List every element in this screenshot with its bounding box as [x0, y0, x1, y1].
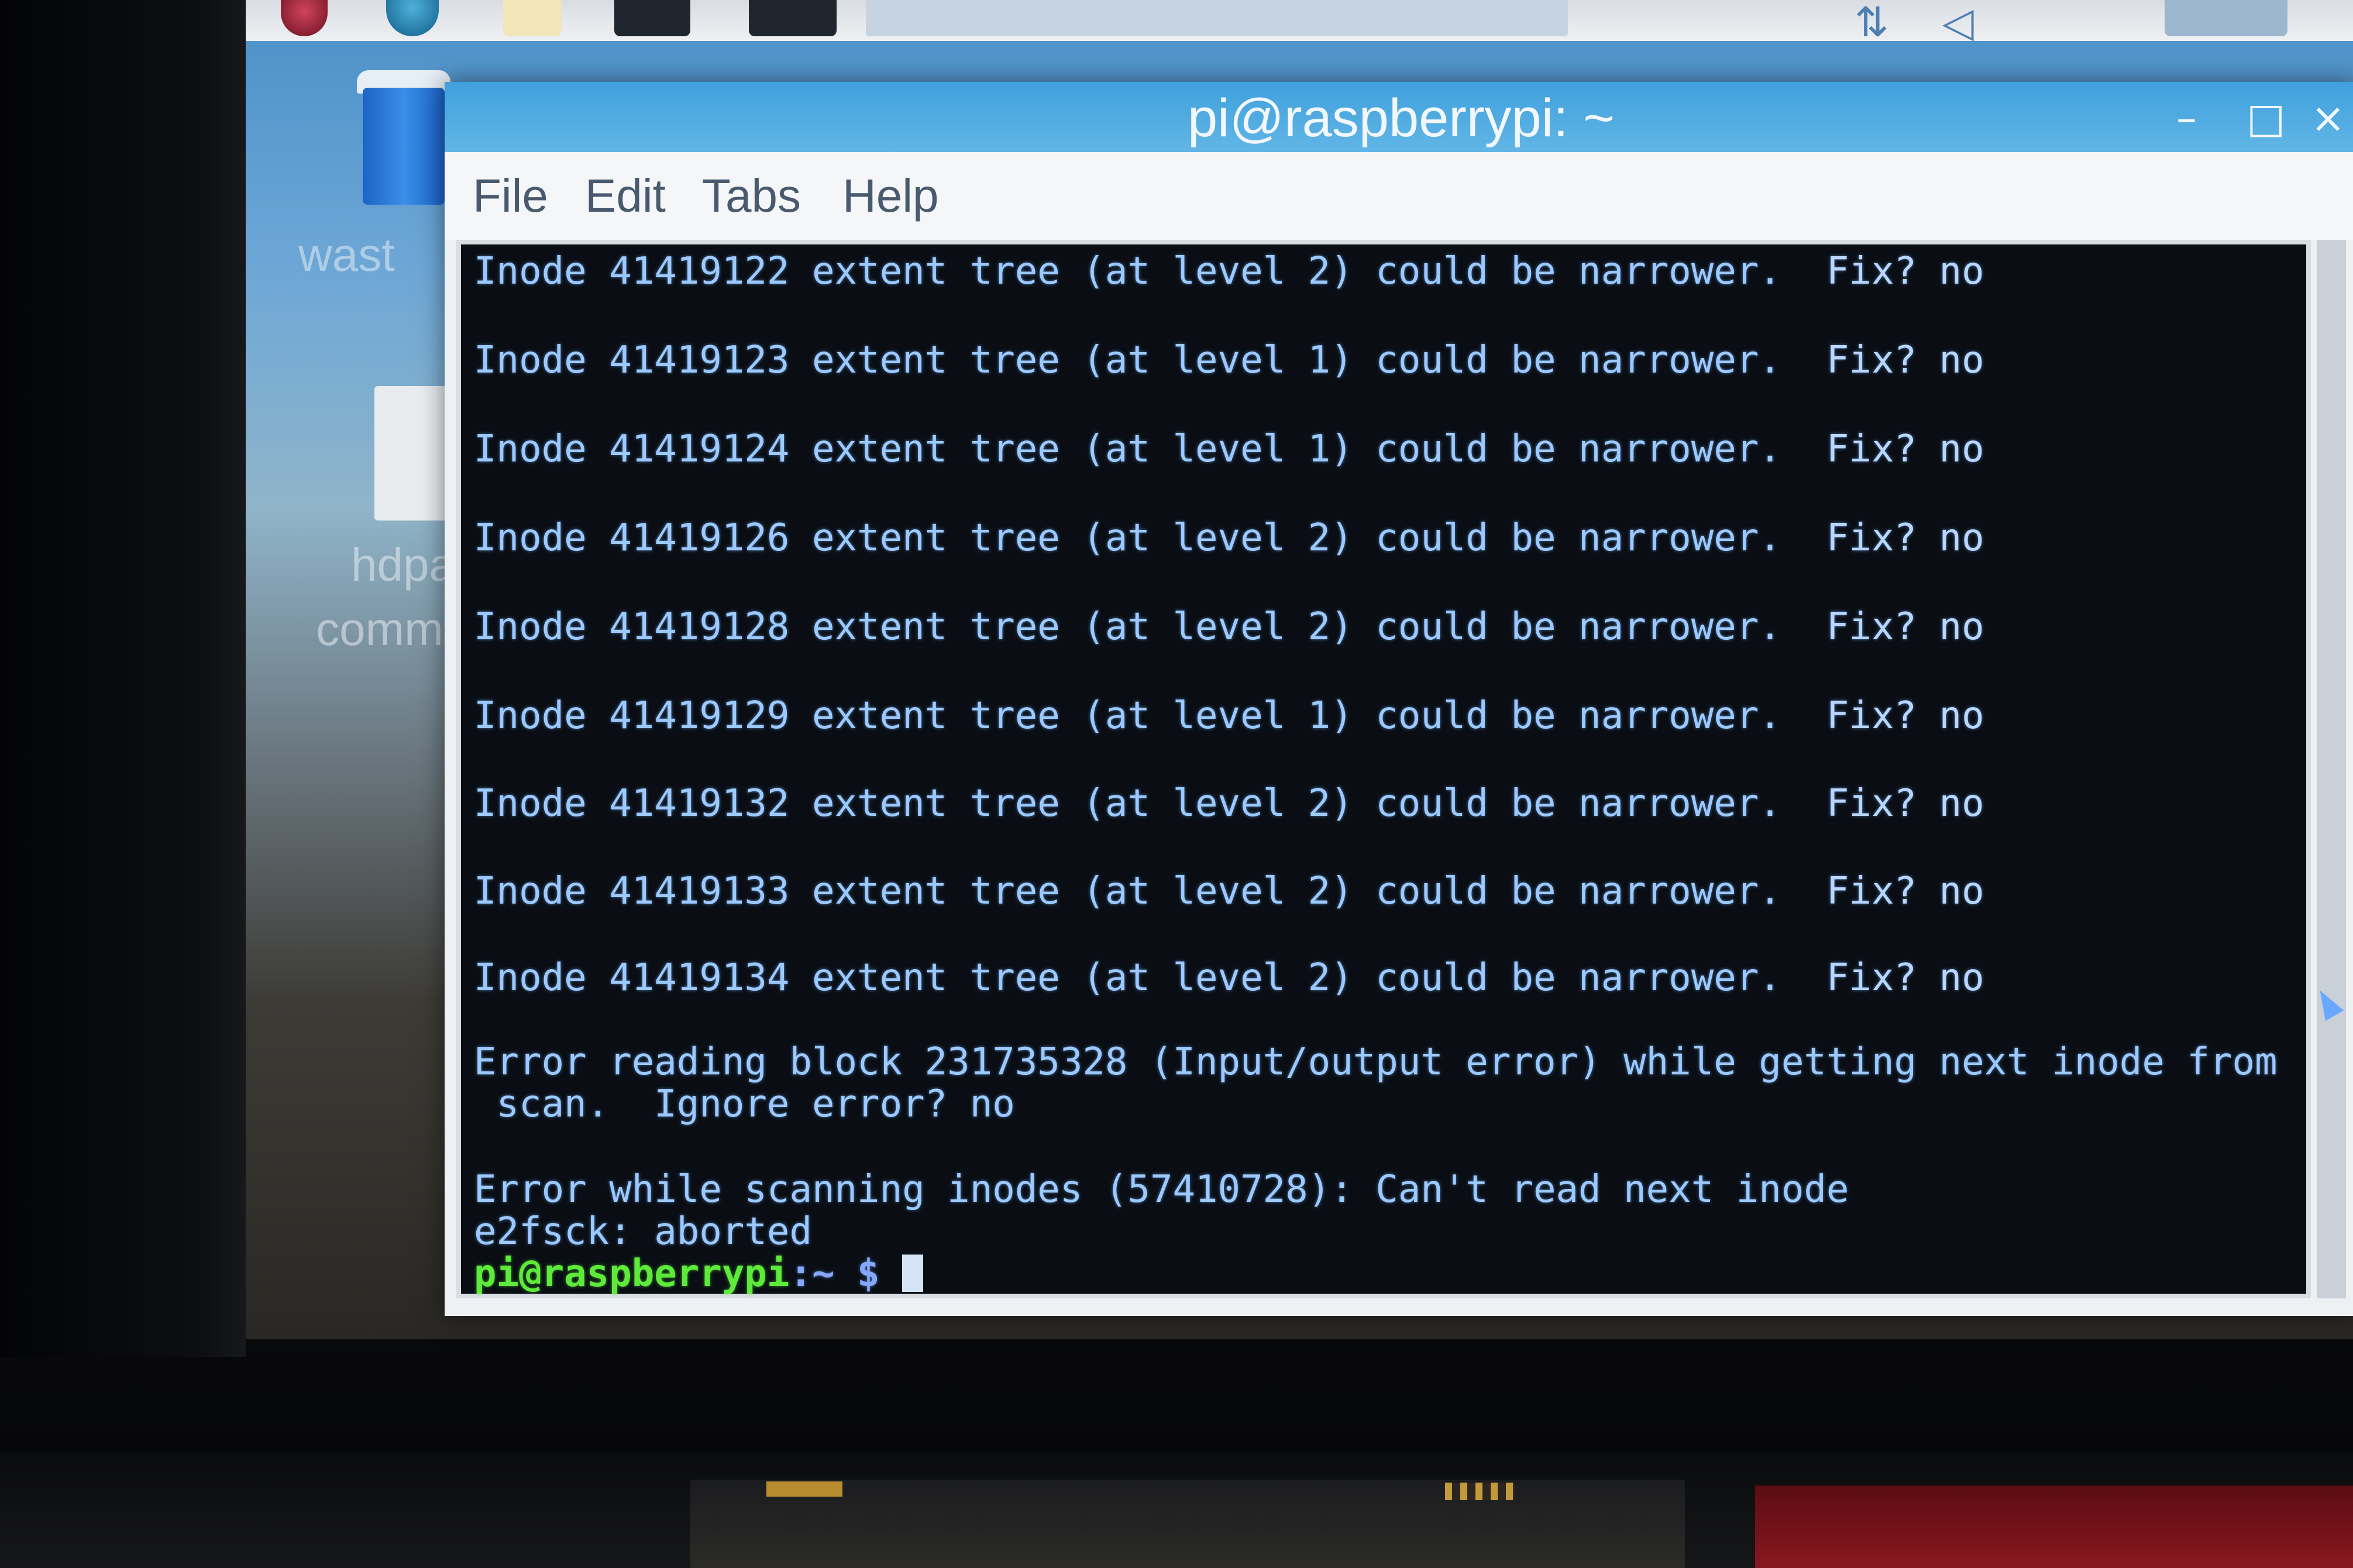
- desktop-label-doc-2[interactable]: comm: [316, 602, 443, 656]
- inode-line: Inode 41419128 extent tree (at level 2) …: [474, 605, 1984, 649]
- error-read-block-line-1: Error reading block 231735328 (Input/out…: [474, 1040, 2278, 1084]
- maximize-icon[interactable]: □: [2247, 95, 2285, 142]
- taskbar-window-button[interactable]: [866, 0, 1568, 36]
- desktop-label-wastebasket[interactable]: wast: [298, 228, 395, 282]
- inode-line: Inode 41419126 extent tree (at level 2) …: [474, 516, 1984, 560]
- raspberry-menu-icon[interactable]: [281, 0, 328, 36]
- shell-prompt: pi@raspberrypi:~ $: [474, 1252, 924, 1295]
- menu-help[interactable]: Help: [842, 170, 939, 222]
- inode-line: Inode 41419122 extent tree (at level 2) …: [474, 250, 1984, 293]
- inode-line: Inode 41419123 extent tree (at level 1) …: [474, 339, 1984, 382]
- connector: [766, 1481, 842, 1497]
- inode-line: Inode 41419129 extent tree (at level 1) …: [474, 694, 1984, 738]
- inode-line: Inode 41419124 extent tree (at level 1) …: [474, 428, 1984, 471]
- error-read-block-line-2: scan. Ignore error? no: [474, 1083, 1015, 1126]
- header-pins: [1445, 1483, 1515, 1500]
- window-title: pi@raspberrypi: ~: [1187, 88, 1615, 148]
- terminal-launcher-icon[interactable]: [614, 0, 690, 36]
- volume-icon[interactable]: ◁: [1942, 2, 1974, 43]
- prompt-path: :~ $: [789, 1252, 903, 1295]
- inode-line: Inode 41419134 extent tree (at level 2) …: [474, 956, 1984, 1000]
- clock-tray[interactable]: [2165, 0, 2287, 36]
- monitor-bezel-left: [0, 0, 246, 1357]
- inode-line: Inode 41419133 extent tree (at level 2) …: [474, 870, 1984, 913]
- close-icon[interactable]: ×: [2311, 95, 2345, 142]
- menu-edit[interactable]: Edit: [585, 170, 666, 222]
- scrollbar[interactable]: [2317, 240, 2346, 1298]
- taskbar: ⇅ ◁: [246, 0, 2353, 43]
- browser-icon[interactable]: [386, 0, 439, 36]
- aborted-line: e2fsck: aborted: [474, 1210, 812, 1253]
- prompt-user: pi@raspberrypi: [474, 1252, 790, 1295]
- wastebasket-icon[interactable]: [363, 88, 445, 205]
- title-bar[interactable]: pi@raspberrypi: ~ – □ ×: [445, 82, 2353, 152]
- text-cursor: [902, 1255, 924, 1292]
- terminal-window: pi@raspberrypi: ~ – □ × File Edit Tabs H…: [445, 82, 2353, 1316]
- error-scanning-line: Error while scanning inodes (57410728): …: [474, 1168, 1849, 1211]
- inode-line: Inode 41419132 extent tree (at level 2) …: [474, 782, 1984, 825]
- file-manager-icon[interactable]: [503, 0, 562, 36]
- taskbar-terminal-button[interactable]: [749, 0, 837, 36]
- network-icon[interactable]: ⇅: [1855, 2, 1889, 43]
- menu-file[interactable]: File: [473, 170, 548, 222]
- red-object: [1755, 1486, 2353, 1568]
- menu-tabs[interactable]: Tabs: [702, 170, 801, 222]
- minimize-icon[interactable]: –: [2176, 95, 2197, 142]
- desktop-label-doc-1[interactable]: hdpa: [351, 538, 455, 592]
- terminal-output[interactable]: Inode 41419122 extent tree (at level 2) …: [456, 240, 2311, 1298]
